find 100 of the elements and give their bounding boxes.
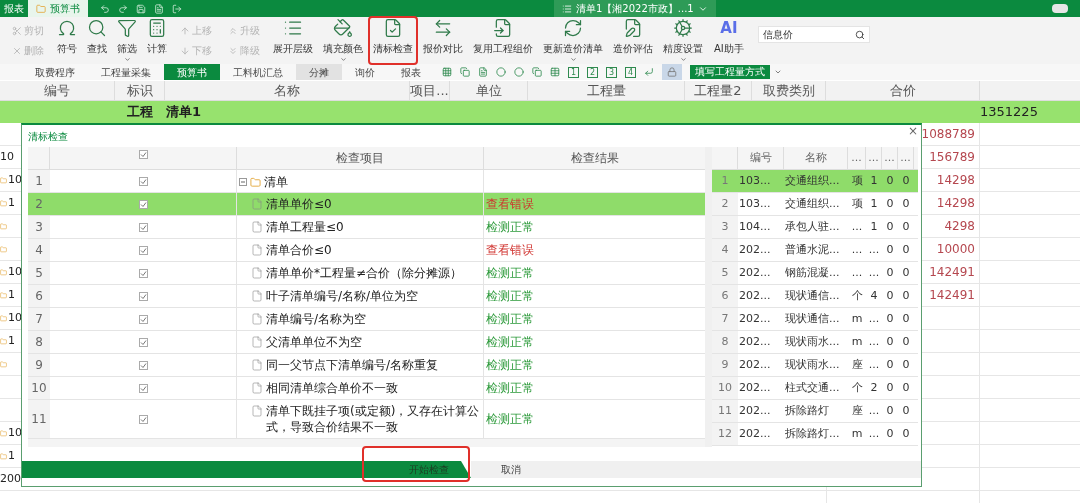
check-result[interactable]: 检测正常: [486, 265, 534, 281]
level-button[interactable]: 2: [587, 66, 598, 78]
caret-icon[interactable]: [774, 68, 782, 76]
copy-icon[interactable]: [532, 67, 542, 77]
lock-icon[interactable]: [667, 67, 677, 77]
column-header[interactable]: ...: [882, 147, 898, 169]
column-header[interactable]: 合价: [826, 81, 980, 100]
toolbar-button[interactable]: 造价评估: [608, 16, 658, 65]
check-row[interactable]: 7 清单编号/名称为空 检测正常: [28, 308, 705, 331]
level-button[interactable]: 1: [568, 66, 579, 78]
check-result[interactable]: 检测正常: [486, 219, 534, 235]
assistant-button[interactable]: AI AI助手: [708, 18, 750, 63]
toolbar-button[interactable]: 精度设置: [658, 16, 708, 65]
detail-row[interactable]: 5 202... 钢筋混凝... ... ... 0 0: [712, 262, 918, 285]
check-row[interactable]: 8 父清单单位不为空 检测正常: [28, 331, 705, 354]
detail-row[interactable]: 7 202... 现状通信... m ... 0 0: [712, 308, 918, 331]
check-row[interactable]: 3 清单工程量≤0 检测正常: [28, 216, 705, 239]
view-tab[interactable]: 分摊: [296, 64, 342, 80]
detail-row[interactable]: 4 202... 普通水泥... ... ... 0 0: [712, 239, 918, 262]
level-button[interactable]: 3: [606, 66, 617, 78]
detail-row[interactable]: 12 202... 拆除路灯... m ... 0 0: [712, 423, 918, 446]
circle-icon[interactable]: [496, 67, 506, 77]
checkbox[interactable]: [138, 268, 148, 278]
scrollbar[interactable]: [28, 439, 705, 447]
toolbar-button[interactable]: 符号: [52, 16, 82, 65]
checkbox[interactable]: [138, 383, 148, 393]
collapse-icon[interactable]: [239, 178, 247, 186]
check-result[interactable]: 查看错误: [486, 242, 534, 258]
check-result[interactable]: 检测正常: [486, 334, 534, 350]
check-row[interactable]: 6 叶子清单编号/名称/单位为空 检测正常: [28, 285, 705, 308]
detail-row[interactable]: 1 103... 交通组织... 项 1 0 0: [712, 170, 918, 193]
grid-icon[interactable]: [442, 67, 452, 77]
toolbar-button[interactable]: 复用工程组价: [468, 16, 538, 65]
copy-icon[interactable]: [460, 67, 470, 77]
search-field[interactable]: 信息价: [757, 26, 870, 43]
save-icon[interactable]: [136, 3, 146, 14]
checkbox[interactable]: [138, 314, 148, 324]
toolbar-button[interactable]: 计算: [142, 16, 172, 65]
document-title[interactable]: 清单1【湘2022市政】...1: [554, 0, 716, 17]
check-result[interactable]: 检测正常: [486, 380, 534, 396]
detail-row[interactable]: 2 103... 交通组织... 项 1 0 0: [712, 193, 918, 216]
column-header[interactable]: 单位: [450, 81, 528, 100]
detail-row[interactable]: 10 202... 柱式交通... 个 2 0 0: [712, 377, 918, 400]
mode-button[interactable]: 填写工程量方式: [690, 65, 770, 79]
detail-row[interactable]: 6 202... 现状通信... 个 4 0 0: [712, 285, 918, 308]
detail-row[interactable]: 11 202... 拆除路灯 座 ... 0 0: [712, 400, 918, 423]
view-tab[interactable]: 工料机汇总: [220, 64, 296, 80]
check-row[interactable]: 4 清单合价≤0 查看错误: [28, 239, 705, 262]
view-tab[interactable]: 工程量采集: [88, 64, 164, 80]
checkbox[interactable]: [138, 360, 148, 370]
toggle-icon[interactable]: [1052, 4, 1068, 13]
view-tab[interactable]: 取费程序: [22, 64, 88, 80]
document-tab[interactable]: 报表: [0, 0, 28, 17]
check-row[interactable]: 10 相同清单综合单价不一致 检测正常: [28, 377, 705, 400]
table-icon[interactable]: [550, 67, 560, 77]
toolbar-button[interactable]: 报价对比: [418, 16, 468, 65]
checkbox[interactable]: [138, 414, 148, 424]
check-row[interactable]: 2 清单单价≤0 查看错误: [28, 193, 705, 216]
document-tab[interactable]: 预算书: [28, 0, 88, 17]
column-header[interactable]: 编号: [738, 147, 784, 169]
detail-row[interactable]: 8 202... 现状雨水... m ... 0 0: [712, 331, 918, 354]
undo-icon[interactable]: [100, 3, 110, 14]
redo-icon[interactable]: [118, 3, 128, 14]
check-result[interactable]: 检测正常: [486, 311, 534, 327]
column-header[interactable]: ...: [898, 147, 914, 169]
column-header[interactable]: 工程量2: [685, 81, 752, 100]
document-icon[interactable]: [478, 67, 488, 77]
checkbox[interactable]: [138, 176, 148, 186]
toolbar-button[interactable]: 更新造价清单: [538, 16, 608, 65]
checkbox[interactable]: [138, 199, 148, 209]
column-header[interactable]: 取费类别: [752, 81, 826, 100]
toolbar-button[interactable]: 填充颜色: [318, 16, 368, 65]
cancel-button[interactable]: 取消: [471, 461, 591, 478]
check-row[interactable]: 5 清单单价*工程量≠合价（除分摊源） 检测正常: [28, 262, 705, 285]
column-header[interactable]: 检查项目: [237, 147, 484, 169]
check-result[interactable]: 检测正常: [486, 288, 534, 304]
exit-icon[interactable]: [172, 3, 182, 14]
toolbar-button[interactable]: 展开层级: [268, 16, 318, 65]
check-result[interactable]: 检测正常: [486, 357, 534, 373]
level-button[interactable]: 4: [625, 66, 636, 78]
checkbox[interactable]: [138, 222, 148, 232]
column-header[interactable]: 项目...: [410, 81, 450, 100]
column-header[interactable]: 名称: [165, 81, 410, 100]
view-tab[interactable]: 询价: [342, 64, 388, 80]
column-header[interactable]: ...: [848, 147, 866, 169]
checkbox[interactable]: [138, 245, 148, 255]
toolbar-button[interactable]: 筛选: [112, 16, 142, 65]
circle-icon[interactable]: [514, 67, 524, 77]
return-icon[interactable]: [644, 67, 654, 77]
checkbox[interactable]: [138, 291, 148, 301]
detail-row[interactable]: 9 202... 现状雨水... 座 ... 0 0: [712, 354, 918, 377]
checkbox[interactable]: [138, 150, 148, 159]
view-tab[interactable]: 预算书: [164, 64, 220, 80]
column-header[interactable]: 工程量: [528, 81, 685, 100]
column-header[interactable]: 标识: [115, 81, 165, 100]
column-header[interactable]: ...: [866, 147, 882, 169]
view-tab[interactable]: 报表: [388, 64, 434, 80]
toolbar-button[interactable]: 清标检查: [368, 16, 418, 65]
check-result[interactable]: 检测正常: [486, 411, 534, 427]
detail-row[interactable]: 3 104... 承包人驻... ... 1 0 0: [712, 216, 918, 239]
